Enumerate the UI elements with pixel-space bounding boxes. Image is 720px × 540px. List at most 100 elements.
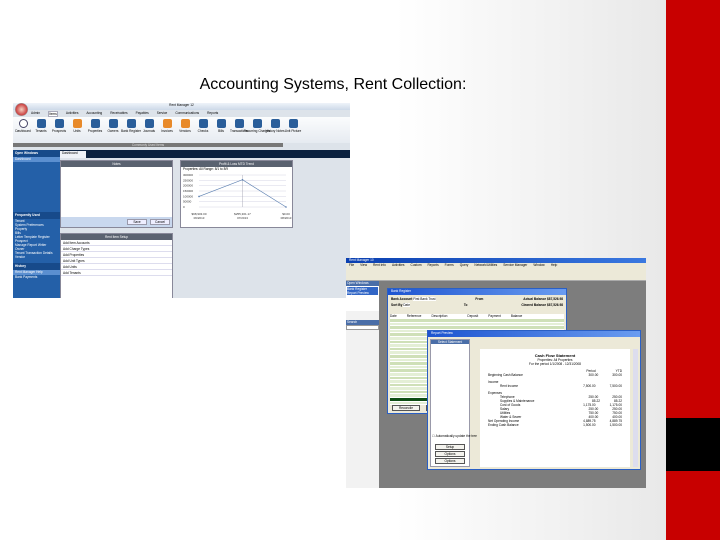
units-icon — [72, 119, 82, 128]
report-option-button[interactable]: Options — [435, 451, 465, 457]
ribbon-button[interactable]: Unit Picture — [284, 119, 302, 141]
trend-chart: 300000250000200000150000100000500000$98,… — [183, 173, 292, 220]
period-value: 1,500.00 — [583, 423, 596, 427]
period-value: 7,500.00 — [583, 384, 596, 388]
ribbon-label: Journals — [142, 129, 156, 133]
report-period: For the period 1/1/2008 - 12/31/2008 — [529, 362, 581, 366]
bank-account-select[interactable]: First Bank Trust — [413, 297, 436, 301]
statement-tree[interactable]: Select Statement ☐ Automatically update … — [430, 339, 477, 467]
vertical-scrollbar[interactable] — [633, 349, 638, 467]
ribbon-label: Unit Picture — [284, 129, 302, 133]
ribbon-label: Prospects — [51, 129, 67, 133]
data-point — [241, 178, 244, 181]
tenants-icon — [36, 119, 46, 128]
cleared-balance: $87,526.98 — [547, 303, 563, 307]
actual-balance: $87,526.98 — [547, 297, 563, 301]
ribbon-label: Dashboard — [15, 129, 31, 133]
owners-icon — [108, 119, 118, 128]
ribbon-tabs: Admin Items Activities Accounting Receivable… — [31, 110, 218, 117]
unit-picture-icon — [288, 119, 298, 128]
ribbon-label: Bills — [218, 129, 224, 133]
history-header[interactable]: History — [13, 263, 60, 270]
report-line: Rent Income 7,500.00 7,500.00 — [488, 384, 622, 388]
x-tick-label: 08/2013 — [281, 216, 292, 220]
ribbon-button[interactable]: Bills — [214, 119, 228, 141]
open-windows-header[interactable]: Open Windows — [13, 150, 60, 157]
recurring-charges-icon — [252, 119, 262, 128]
y-tick-label: 300000 — [183, 173, 193, 177]
from-label: From — [475, 297, 484, 301]
ribbon-label: Bank Register — [120, 129, 142, 133]
ribbon-button[interactable]: Dashboard — [15, 119, 31, 141]
item-setup-panel: Rent Item Setup Add Item Accounts Add Cha… — [60, 233, 173, 298]
ribbon-button[interactable]: History Notes — [265, 119, 285, 141]
y-tick-label: 250000 — [183, 178, 193, 182]
history-notes-icon — [270, 119, 280, 128]
toolbar — [346, 268, 646, 281]
ribbon-label: History Notes — [265, 129, 285, 133]
vendors-icon — [180, 119, 190, 128]
history-item[interactable]: Bank Payments — [13, 275, 60, 279]
ribbon-button[interactable]: Bank Register — [120, 119, 142, 141]
rent-manager-12-screenshot: Rent Manager 12 Admin Items Activities Acco… — [13, 103, 350, 298]
setup-link[interactable]: Add Tenants — [61, 270, 172, 276]
checks-icon — [198, 119, 208, 128]
search-input[interactable] — [346, 325, 379, 330]
black-accent-block — [666, 418, 720, 471]
reconcile-button[interactable]: Reconcile — [392, 405, 420, 411]
ribbon-button[interactable]: Prospects — [52, 119, 66, 141]
actual-balance-label: Actual Balance — [523, 297, 547, 301]
ribbon-group-label: Commonly Used Items — [13, 143, 283, 147]
line-label: Beginning Cash Balance — [488, 373, 523, 377]
ytd-value: 1,500.00 — [609, 423, 622, 427]
line-label: Rent Income — [500, 384, 519, 388]
x-tick-label: 06/2013 — [194, 216, 205, 220]
line-values: 1,500.00 1,500.00 — [583, 423, 622, 427]
dashboard-icon — [18, 119, 28, 128]
window-title: Rent Manager 12 — [13, 103, 350, 110]
bank-register-icon — [126, 119, 136, 128]
notes-title: Notes — [61, 161, 172, 167]
trend-panel: Profit & Loss MTD Trend Properties: All … — [180, 160, 293, 228]
ribbon-label: Vendors — [179, 129, 191, 133]
auto-update-checkbox[interactable]: ☐ Automatically update the tree — [432, 434, 477, 438]
bills-icon — [216, 119, 226, 128]
ribbon-button[interactable]: Tenants — [34, 119, 48, 141]
ribbon-label: Owners — [107, 129, 119, 133]
properties-icon — [90, 119, 100, 128]
report-line: Ending Cash Balance 1,500.00 1,500.00 — [488, 423, 622, 427]
ribbon-button[interactable]: Journals — [142, 119, 156, 141]
y-tick-label: 150000 — [183, 189, 193, 193]
ribbon-label: Properties — [87, 129, 103, 133]
tab-dashboard[interactable]: Dashboard — [60, 151, 86, 158]
app-logo-icon — [15, 103, 28, 116]
to-label: To — [463, 303, 468, 307]
ribbon-button[interactable]: Vendors — [178, 119, 192, 141]
report-line: Beginning Cash Balance 300.00 300.00 — [488, 373, 622, 377]
y-tick-label: 0 — [183, 205, 185, 209]
bank-account-label: Bank Account — [391, 297, 413, 301]
ribbon-button[interactable]: Checks — [196, 119, 210, 141]
cleared-balance-label: Cleared Balance — [521, 303, 547, 307]
prospects-icon — [54, 119, 64, 128]
sort-by-select[interactable]: Date — [403, 303, 410, 307]
ribbon-button[interactable]: Recurring Charges — [244, 119, 270, 141]
report-option-button[interactable]: Options — [435, 458, 465, 464]
notes-panel: Notes Save Cancel — [60, 160, 173, 228]
sort-by-label: Sort By — [391, 303, 403, 307]
report-option-button[interactable]: Setup — [435, 444, 465, 450]
open-window-item[interactable]: Report Preview — [347, 291, 378, 295]
cancel-button[interactable]: Cancel — [150, 219, 170, 225]
frequently-used-header[interactable]: Frequently Used — [13, 212, 60, 219]
checkbox-label: Automatically update the tree — [435, 434, 477, 438]
ribbon-button[interactable]: Invoices — [160, 119, 174, 141]
save-button[interactable]: Save — [127, 219, 147, 225]
line-values: 300.00 300.00 — [589, 373, 623, 377]
ribbon-button[interactable]: Properties — [88, 119, 102, 141]
transactions-icon — [234, 119, 244, 128]
ribbon-button[interactable]: Owners — [106, 119, 120, 141]
y-tick-label: 100000 — [183, 194, 193, 198]
tree-header: Select Statement — [431, 340, 469, 344]
ribbon-button[interactable]: Units — [70, 119, 84, 141]
ribbon-label: Units — [73, 129, 81, 133]
